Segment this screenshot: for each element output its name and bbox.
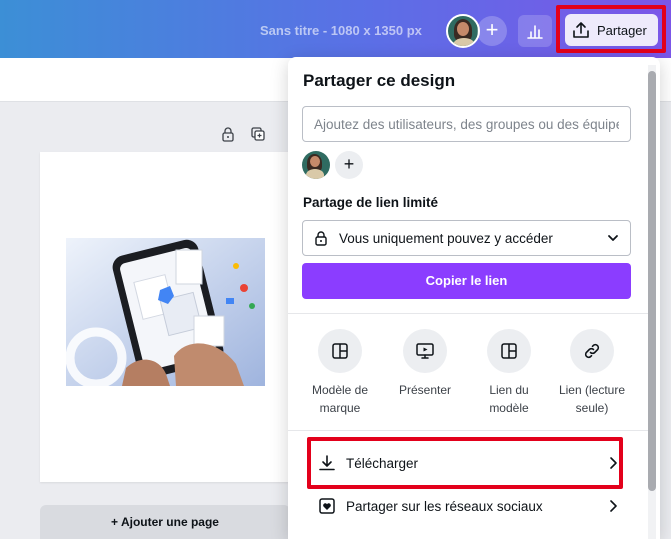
menu-item-label: Partager sur les réseaux sociaux bbox=[346, 498, 543, 514]
download-highlight-box bbox=[307, 437, 623, 489]
read-only-link-option[interactable]: Lien (lecture seule) bbox=[552, 329, 632, 417]
page-tools bbox=[220, 126, 266, 142]
phone-illustration bbox=[66, 238, 265, 386]
present-option[interactable]: Présenter bbox=[385, 329, 465, 399]
option-label: Lien du modèle bbox=[489, 383, 529, 415]
link-icon bbox=[584, 343, 600, 359]
panel-scrollbar[interactable] bbox=[648, 65, 656, 539]
design-image[interactable] bbox=[66, 238, 265, 386]
insights-button[interactable] bbox=[518, 15, 552, 47]
user-avatar[interactable] bbox=[446, 14, 480, 48]
scrollbar-thumb[interactable] bbox=[648, 71, 656, 491]
heart-icon bbox=[319, 498, 335, 514]
template-icon bbox=[332, 343, 348, 359]
present-icon bbox=[416, 343, 434, 359]
option-label: Lien (lecture seule) bbox=[558, 383, 626, 415]
social-share-menu-item[interactable]: Partager sur les réseaux sociaux bbox=[310, 488, 620, 524]
brand-template-option[interactable]: Modèle de marque bbox=[300, 329, 380, 417]
lock-icon[interactable] bbox=[220, 126, 236, 142]
panel-title: Partager ce design bbox=[303, 71, 456, 90]
template-link-icon bbox=[501, 343, 517, 359]
chevron-down-icon bbox=[608, 235, 618, 241]
option-label: Présenter bbox=[398, 383, 452, 397]
share-highlight-box bbox=[556, 5, 666, 53]
divider bbox=[288, 430, 648, 431]
lock-icon bbox=[315, 231, 327, 246]
add-person-button[interactable]: + bbox=[335, 151, 363, 179]
bar-chart-icon bbox=[527, 25, 543, 39]
copy-link-button[interactable]: Copier le lien bbox=[302, 263, 631, 299]
add-people-input[interactable] bbox=[302, 106, 631, 142]
chevron-right-icon bbox=[610, 500, 617, 512]
divider bbox=[288, 313, 648, 314]
link-sharing-heading: Partage de lien limité bbox=[303, 195, 439, 210]
add-collaborator-button[interactable]: + bbox=[477, 16, 507, 46]
option-label: Modèle de marque bbox=[311, 383, 369, 415]
access-value: Vous uniquement pouvez y accéder bbox=[339, 230, 553, 246]
document-title[interactable]: Sans titre - 1080 x 1350 px bbox=[260, 23, 422, 38]
duplicate-page-icon[interactable] bbox=[250, 126, 266, 142]
template-link-option[interactable]: Lien du modèle bbox=[469, 329, 549, 417]
share-panel: Partager ce design + Partage de lien lim… bbox=[288, 57, 660, 539]
access-dropdown[interactable]: Vous uniquement pouvez y accéder bbox=[302, 220, 631, 256]
add-page-button[interactable]: + Ajouter une page bbox=[40, 505, 290, 539]
top-bar: Sans titre - 1080 x 1350 px + Partager bbox=[0, 0, 671, 58]
owner-avatar[interactable] bbox=[302, 151, 330, 179]
